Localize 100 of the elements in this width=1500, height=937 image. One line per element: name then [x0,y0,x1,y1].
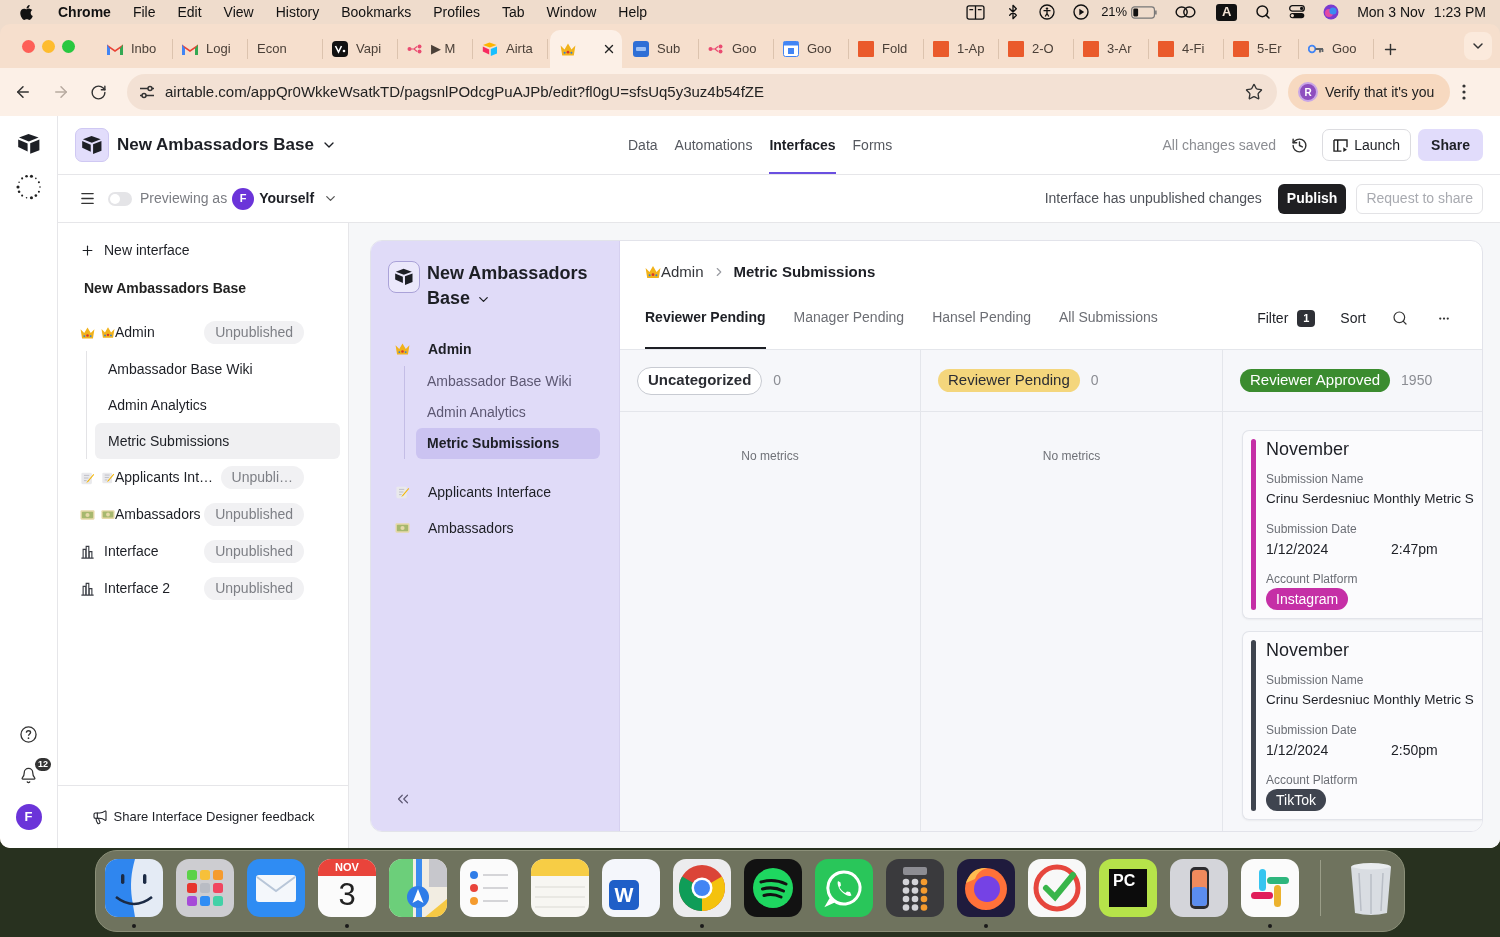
menu-item[interactable]: Tab [501,1,525,23]
browser-tab[interactable]: Sub [624,39,699,59]
check-circle-app-icon[interactable] [1028,859,1086,917]
more-options-icon[interactable] [1462,84,1467,100]
page-group-item[interactable]: Ambassadors [428,517,514,539]
browser-tab[interactable]: 3-Ar [1074,39,1149,59]
hashtag-app-icon[interactable] [1241,859,1299,917]
ide-app-button[interactable]: PC [1099,859,1157,917]
interface-item[interactable]: Interface [104,541,159,562]
calculator-app-icon[interactable] [886,859,944,917]
nav-tab[interactable]: Automations [674,116,753,174]
base-title-button[interactable]: New Ambassadors Base [117,132,337,158]
browser-tab[interactable]: ▶ M [398,39,473,59]
bookmark-star-icon[interactable] [1245,83,1263,101]
voice-assistant-icon[interactable] [1323,4,1340,20]
breadcrumb-link[interactable]: Admin [661,260,704,284]
interface-item[interactable]: Interface 2 [104,578,171,599]
filter-button[interactable]: Filter [1257,307,1289,329]
interface-item[interactable]: Ambassadors [101,504,201,525]
map-app-icon[interactable] [389,859,447,917]
browser-tab[interactable]: Airta [473,39,548,59]
feedback-link[interactable]: Share Interface Designer feedback [91,807,315,827]
chrome-app-icon[interactable] [673,859,731,917]
split-screen-icon[interactable] [966,4,986,20]
checklist-app-icon[interactable] [460,859,518,917]
publish-button[interactable]: Publish [1277,183,1347,214]
base-title-button[interactable]: New Ambassadors Base [427,261,599,311]
play-circle-icon[interactable] [1073,4,1090,20]
close-tab-icon[interactable] [602,42,616,56]
word-processor-app-button[interactable]: W [602,859,660,917]
view-tab[interactable]: Manager Pending [793,303,905,349]
envelope-app-icon[interactable] [247,859,305,917]
menu-item[interactable]: Bookmarks [341,1,412,23]
page-item[interactable]: Admin Analytics [416,397,600,428]
input-source-indicator[interactable]: A [1216,3,1238,21]
menu-item[interactable]: Profiles [433,1,480,23]
more-options-icon[interactable] [1438,316,1450,320]
page-item[interactable]: Metric Submissions [416,428,600,459]
music-app-icon[interactable] [744,859,802,917]
app-menu[interactable]: Chrome [58,1,111,23]
browser-tab[interactable]: 1-Ap [924,39,999,59]
search-icon[interactable] [1392,310,1408,326]
browser-tab[interactable]: Vapi [323,39,398,59]
view-tab[interactable]: Hansel Pending [932,303,1031,349]
search-icon[interactable] [1255,4,1272,20]
browser-tab[interactable]: 5-Er [1224,39,1299,59]
interface-page-item[interactable]: Admin Analytics [95,387,340,423]
address-field[interactable]: airtable.com/appQr0WkkeWsatkTD/pagsnlPOdcgPuAJPb/edit?fl0gU=sfsUq5y3uz4b54fZE [127,74,1277,110]
base-logo-icon[interactable] [388,261,420,293]
page-item[interactable]: Ambassador Base Wiki [416,366,600,397]
calendar-app-button[interactable]: NOV 3 [318,859,376,917]
browser-tab[interactable]: Econ [248,39,323,59]
site-settings-icon[interactable] [139,85,155,99]
notepad-app-icon[interactable] [531,859,589,917]
nav-tab[interactable]: Forms [852,116,893,174]
history-icon[interactable] [1291,136,1309,154]
browser-tab[interactable]: Inbo [98,39,173,59]
interface-page-item[interactable]: Metric Submissions [95,423,340,459]
verify-identity-button[interactable]: R Verify that it's you [1288,74,1451,110]
breadcrumb-link[interactable]: Metric Submissions [733,260,876,284]
page-group-item[interactable]: Applicants Interface [428,481,551,503]
nav-tab[interactable]: Data [628,116,658,174]
time-text[interactable]: 1:23 PM [1433,1,1486,23]
launch-button[interactable]: Launch [1322,129,1412,161]
user-select-button[interactable]: Yourself [259,188,339,209]
help-icon[interactable] [20,726,37,743]
interface-item[interactable]: Applicants Int… [101,467,214,488]
menu-item[interactable]: File [132,1,156,23]
control-center-icon[interactable] [1289,5,1306,19]
notifications-icon[interactable] [20,767,37,784]
app-grid-icon[interactable] [176,859,234,917]
menu-item[interactable]: History [275,1,320,23]
interface-item[interactable]: Admin [101,322,155,343]
menu-item[interactable]: Edit [177,1,202,23]
new-interface-button[interactable]: New interface [80,232,348,268]
browser-tab[interactable]: Goo [699,39,774,59]
browser-tab[interactable]: 4-Fi [1149,39,1224,59]
interface-page-item[interactable]: Ambassador Base Wiki [95,351,340,387]
user-avatar[interactable]: F [15,804,42,830]
browser-tab[interactable]: Fold [849,39,924,59]
menu-item[interactable]: Window [546,1,597,23]
back-button[interactable] [14,83,32,101]
menu-item[interactable]: View [223,1,254,23]
date-text[interactable]: Mon 3 Nov [1357,1,1425,23]
reload-button[interactable] [90,83,107,101]
record-card[interactable]: November Submission Name Crinu Serdesniuc Monthly Metric S Submission Date 1/12/2024 2:47pm Account Platform Instagram [1242,430,1482,619]
fox-globe-app-icon[interactable] [957,859,1015,917]
browser-tab[interactable]: Logi [173,39,248,59]
menu-item[interactable]: Help [618,1,648,23]
link-rings-icon[interactable] [1175,5,1197,19]
record-card[interactable]: November Submission Name Crinu Serdesniuc Monthly Metric S Submission Date 1/12/2024 2:50pm Account Platform TikTok [1242,631,1482,820]
menu-icon[interactable] [79,190,96,207]
sort-button[interactable]: Sort [1340,307,1366,329]
tab-list-button[interactable] [1464,32,1492,60]
nav-tab[interactable]: Interfaces [769,116,836,174]
battery-icon[interactable] [1131,5,1159,19]
phone-app-icon[interactable] [1170,859,1228,917]
smiling-face-app-icon[interactable] [105,859,163,917]
page-group-item[interactable]: Admin [428,338,472,360]
base-logo-icon[interactable] [75,128,109,162]
